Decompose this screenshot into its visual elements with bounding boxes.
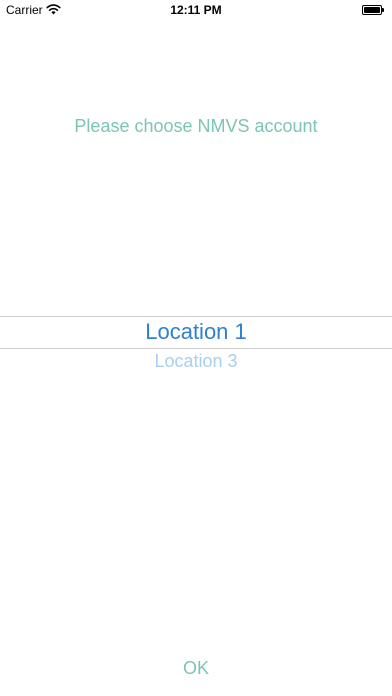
status-bar: Carrier 12:11 PM — [0, 0, 392, 22]
page-title: Please choose NMVS account — [74, 116, 318, 136]
battery-icon — [362, 5, 384, 15]
account-picker[interactable]: Location 1 Location 3 — [0, 310, 392, 390]
picker-divider-bottom — [0, 348, 392, 349]
picker-selected-option[interactable]: Location 1 — [0, 319, 392, 345]
picker-option[interactable]: Location 3 — [0, 351, 392, 372]
ok-button[interactable]: OK — [156, 658, 236, 682]
picker-divider-top — [0, 316, 392, 317]
status-time: 12:11 PM — [170, 3, 222, 17]
